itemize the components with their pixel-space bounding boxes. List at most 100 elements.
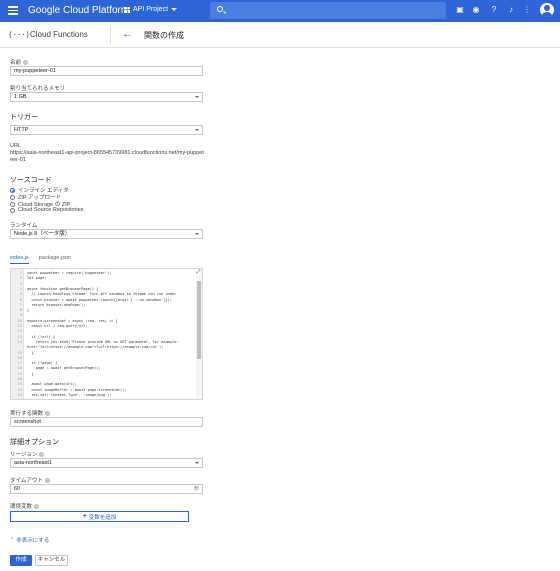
divider xyxy=(110,26,111,44)
notifications-icon[interactable]: ◉ xyxy=(472,6,480,14)
region-value: asia-northeast1 xyxy=(14,460,52,466)
help-icon[interactable]: ? xyxy=(45,410,51,416)
code-editor[interactable]: ⤢ 1 const puppeteer = require('puppeteer'… xyxy=(10,268,203,400)
memory-select[interactable]: 1 GB xyxy=(10,92,203,102)
timeout-label: タイムアウト ? xyxy=(10,476,50,484)
function-label-text: 実行する関数 xyxy=(10,411,44,417)
line-number: 1 xyxy=(19,271,22,275)
line-number: 23 xyxy=(17,392,22,397)
code-line: } xyxy=(27,371,34,376)
search-input[interactable] xyxy=(210,2,446,19)
dropdown-arrow-icon xyxy=(195,462,199,464)
code-line: // Launch headless Chrome. Turn off sand… xyxy=(27,292,177,297)
code-line: } xyxy=(27,308,30,313)
code-line: async function getBrowserPage() { xyxy=(27,286,99,291)
line-number: 16 xyxy=(17,355,22,360)
create-button[interactable]: 作成 xyxy=(10,555,32,566)
memory-label: 割り当てられるメモリ xyxy=(10,84,65,92)
line-number: 14 xyxy=(17,339,22,344)
code-line: await page.goto(url); xyxy=(27,382,77,387)
plus-icon: + xyxy=(82,513,87,520)
bell-icon[interactable]: ♪ xyxy=(507,6,515,14)
advanced-heading: 詳細オプション xyxy=(10,439,59,446)
timeout-unit: 秒 xyxy=(193,486,199,492)
env-label: 環境変数 ? xyxy=(10,502,40,510)
more-icon[interactable]: ⋮ xyxy=(523,6,531,14)
timeout-value: 60 xyxy=(14,486,21,492)
url-value[interactable]: https://asia-northeast1-api-project-8655… xyxy=(10,150,205,164)
region-label-text: リージョン xyxy=(10,452,38,458)
code-line: href="?url=https://example.com">?url=htt… xyxy=(27,345,164,350)
radio[interactable] xyxy=(10,194,15,200)
code-line: } xyxy=(27,350,34,355)
dropdown-arrow-icon xyxy=(195,129,199,131)
help-icon[interactable]: ? xyxy=(490,6,498,14)
code-line: const browser = await puppeteer.launch({… xyxy=(27,297,172,302)
function-field[interactable]: screenshot xyxy=(10,417,203,427)
code-line: const puppeteer = require('puppeteer'); xyxy=(27,271,112,275)
line-number: 11 xyxy=(17,324,22,328)
radio-selected[interactable] xyxy=(10,187,15,193)
avatar[interactable] xyxy=(540,3,554,17)
timeout-label-text: タイムアウト xyxy=(10,478,43,484)
help-icon[interactable]: ? xyxy=(34,503,40,509)
region-label: リージョン ? xyxy=(10,450,45,458)
name-label: 名前 ? xyxy=(10,58,29,66)
code-line: const url = req.query.url; xyxy=(27,324,88,328)
tab-package-json[interactable]: package.json xyxy=(39,255,71,264)
region-select[interactable]: asia-northeast1 xyxy=(10,458,203,468)
app-title[interactable]: Google Cloud Platform xyxy=(28,5,129,16)
sub-header: (···) Cloud Functions ← 関数の作成 xyxy=(0,22,560,48)
radio[interactable] xyxy=(10,201,15,207)
fullscreen-icon[interactable]: ⤢ xyxy=(196,270,201,275)
trigger-heading: トリガー xyxy=(10,114,38,121)
search-icon xyxy=(217,6,223,12)
tab-index-js[interactable]: index.js xyxy=(10,255,29,264)
add-variable-label: 変数を追加 xyxy=(88,514,117,521)
scrollbar-thumb[interactable] xyxy=(197,281,201,359)
help-icon[interactable]: ? xyxy=(39,451,45,457)
code-line: return browser.newPage(); xyxy=(27,302,86,307)
runtime-value: Node.js 8（ベータ版） xyxy=(14,231,71,237)
cloud-shell-icon[interactable]: ▣ xyxy=(456,6,464,14)
help-icon[interactable]: ? xyxy=(44,477,50,483)
function-label: 実行する関数 ? xyxy=(10,409,51,417)
line-number: 13 xyxy=(17,334,22,339)
memory-value: 1 GB xyxy=(14,94,27,100)
cancel-button[interactable]: キャンセル xyxy=(35,555,68,566)
project-selector[interactable]: API Project xyxy=(124,6,178,13)
hide-advanced-link[interactable]: ⌃ 非表示にする xyxy=(10,536,49,544)
radio[interactable] xyxy=(10,207,15,213)
line-number: 6 xyxy=(19,297,22,302)
line-number: 22 xyxy=(17,387,22,392)
url-label: URL xyxy=(10,143,22,149)
back-arrow-icon[interactable]: ← xyxy=(122,28,133,40)
line-number: 9 xyxy=(19,313,22,318)
line-number: 17 xyxy=(17,361,22,366)
dropdown-arrow-icon xyxy=(195,233,199,235)
name-label-text: 名前 xyxy=(10,60,22,66)
timeout-field[interactable]: 60 秒 xyxy=(10,484,203,494)
line-number: 21 xyxy=(17,382,22,387)
code-line: exports.screenshot = async (req, res) =>… xyxy=(27,318,118,323)
menu-icon[interactable] xyxy=(8,6,18,15)
line-number: 4 xyxy=(19,286,22,291)
line-number: 20 xyxy=(17,377,22,381)
line-number: 5 xyxy=(19,292,22,297)
top-bar: Google Cloud Platform API Project ▣ ◉ ? … xyxy=(0,0,560,22)
code-line: page = await getBrowserPage(); xyxy=(27,366,101,371)
trigger-select[interactable]: HTTP xyxy=(10,125,203,135)
line-number: 15 xyxy=(17,350,22,355)
help-icon[interactable]: ? xyxy=(23,59,29,65)
source-option-repositories[interactable]: Cloud Source Repositories xyxy=(10,207,83,213)
cloud-functions-icon: (···) xyxy=(8,30,30,39)
source-heading: ソースコード xyxy=(10,177,52,184)
add-variable-button[interactable]: + 変数を追加 xyxy=(10,511,189,522)
name-field[interactable]: my-puppeteer-01 xyxy=(10,66,203,76)
code-line: const imageBuffer = await page.screensho… xyxy=(27,387,127,392)
project-icon xyxy=(124,6,130,13)
dropdown-arrow-icon xyxy=(195,96,199,98)
line-number: 7 xyxy=(19,302,22,307)
runtime-select[interactable]: Node.js 8（ベータ版） xyxy=(10,229,203,239)
scrollbar[interactable] xyxy=(196,269,202,399)
